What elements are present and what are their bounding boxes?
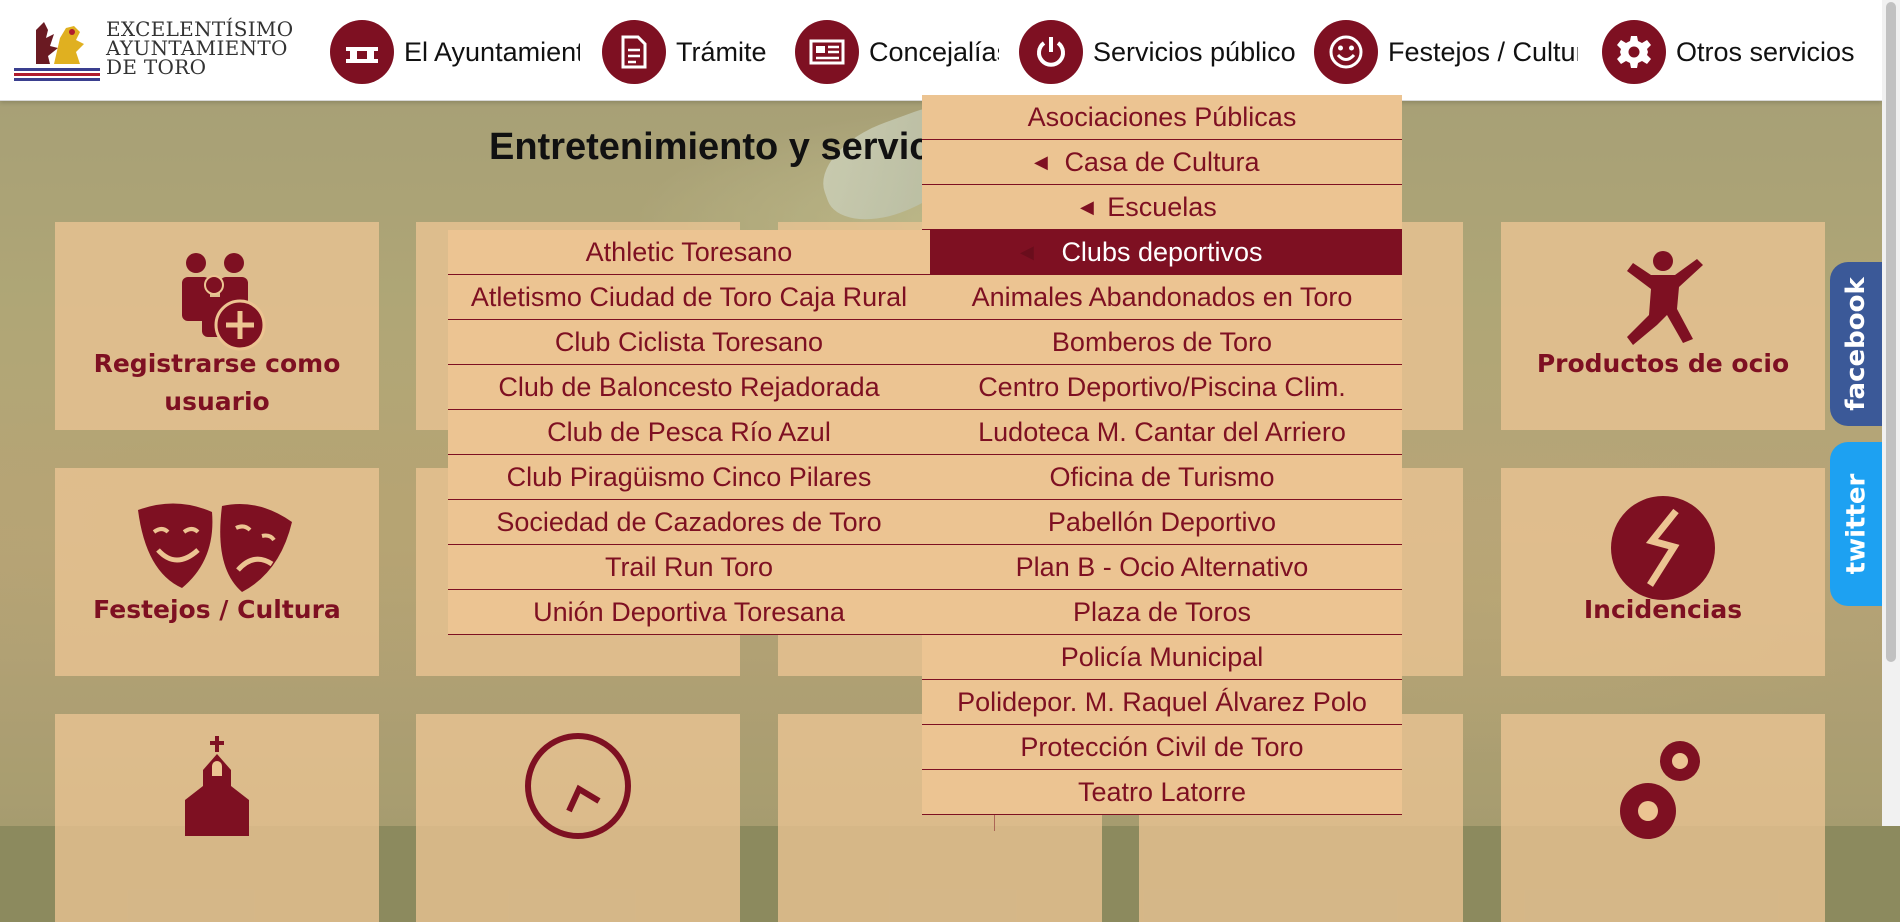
menu-item-label: Centro Deportivo/Piscina Clim. <box>978 371 1346 402</box>
nav-item-festejos-cultura[interactable]: Festejos / Cultura <box>1314 20 1580 84</box>
card-leisure-products[interactable]: Productos de ocio <box>1501 222 1825 430</box>
nav-item-servicios-publicos[interactable]: Servicios públicos <box>1019 20 1295 84</box>
newspaper-icon <box>795 20 859 84</box>
menu-item[interactable]: Plan B - Ocio Alternativo <box>922 545 1402 590</box>
submenu-item[interactable]: Trail Run Toro <box>448 545 930 590</box>
menu-item-label: Polidepor. M. Raquel Álvarez Polo <box>957 686 1367 717</box>
menu-item-label: Animales Abandonados en Toro <box>971 281 1353 312</box>
broken-circle-icon <box>1501 490 1825 605</box>
add-user-icon <box>55 244 379 359</box>
card-label: Productos de ocio <box>1536 349 1790 378</box>
menu-item-label: Pabellón Deportivo <box>1047 506 1277 537</box>
menu-item[interactable]: Protección Civil de Toro <box>922 725 1402 770</box>
card-label: Festejos / Cultura <box>93 595 341 624</box>
menu-item-label: Bomberos de Toro <box>1051 326 1273 357</box>
nav-label: Otros servicios <box>1676 36 1855 67</box>
submenu-item[interactable]: Atletismo Ciudad de Toro Caja Rural <box>448 275 930 320</box>
logo-line-3: DE TORO <box>106 55 207 79</box>
submenu-item[interactable]: Club Ciclista Toresano <box>448 320 930 365</box>
submenu-arrow-icon: ◀ <box>1080 196 1094 217</box>
site-header: EXCELENTÍSIMO AYUNTAMIENTO DE TORO El Ay… <box>0 0 1882 101</box>
twitter-tab[interactable]: twitter <box>1830 442 1882 606</box>
menu-item[interactable]: Teatro Latorre <box>922 770 1402 815</box>
document-icon <box>602 20 666 84</box>
card-incidencias[interactable]: Incidencias <box>1501 468 1825 676</box>
smiley-icon <box>1314 20 1378 84</box>
card-settings[interactable] <box>1501 714 1825 922</box>
menu-item[interactable]: Bomberos de Toro <box>922 320 1402 365</box>
menu-item-label: Plaza de Toros <box>1072 596 1252 627</box>
menu-item[interactable]: Animales Abandonados en Toro <box>922 275 1402 320</box>
nav-label: Festejos / Cultura <box>1388 36 1578 67</box>
menu-item[interactable]: ◀ Escuelas <box>922 185 1402 230</box>
menu-item-label: Clubs deportivos <box>1061 236 1263 267</box>
menu-item[interactable]: Pabellón Deportivo <box>922 500 1402 545</box>
power-icon <box>1019 20 1083 84</box>
site-logo[interactable]: EXCELENTÍSIMO AYUNTAMIENTO DE TORO <box>14 18 304 84</box>
card-label: Incidencias <box>1583 595 1743 624</box>
menu-item[interactable]: Asociaciones Públicas <box>922 95 1402 140</box>
nav-item-otros-servicios[interactable]: Otros servicios <box>1602 20 1868 84</box>
nav-label: Trámite <box>676 36 767 67</box>
menu-item[interactable]: Policía Municipal <box>922 635 1402 680</box>
menu-item-label: Policía Municipal <box>1060 641 1264 672</box>
submenu-item[interactable]: Club de Pesca Río Azul <box>448 410 930 455</box>
facebook-label: facebook <box>1841 277 1871 411</box>
nav-label: El Ayuntamiento <box>404 36 580 67</box>
card-register-user[interactable]: Registrarse como usuario <box>55 222 379 430</box>
menu-item-label: Asociaciones Públicas <box>1027 101 1297 132</box>
facebook-tab[interactable]: facebook <box>1830 262 1882 426</box>
nav-item-tramite[interactable]: Trámite <box>602 20 782 84</box>
menu-item[interactable]: ◀ Casa de Cultura <box>922 140 1402 185</box>
card-festejos-cultura[interactable]: Festejos / Cultura <box>55 468 379 676</box>
menu-item-label: Casa de Cultura <box>1064 146 1260 177</box>
menu-item[interactable]: Polidepor. M. Raquel Álvarez Polo <box>922 680 1402 725</box>
menu-item-label: Oficina de Turismo <box>1049 461 1275 492</box>
servicios-dropdown-menu: Asociaciones Públicas ◀ Casa de Cultura ◀ Es… <box>922 95 1402 815</box>
menu-item[interactable]: ◀ Clubs deportivos <box>922 230 1402 275</box>
menu-item-label: Escuelas <box>1107 191 1217 222</box>
menu-item-label: Teatro Latorre <box>1077 776 1247 807</box>
nav-label: Concejalías <box>869 36 999 67</box>
nav-label: Servicios públicos <box>1093 36 1295 67</box>
nav-item-concejalias[interactable]: Concejalías <box>795 20 1001 84</box>
submenu-item[interactable]: Unión Deportiva Toresana <box>448 590 930 635</box>
coat-of-arms-icon <box>14 22 100 81</box>
submenu-item[interactable]: Sociedad de Cazadores de Toro <box>448 500 930 545</box>
page-title: Entretenimiento y servicios <box>489 126 986 168</box>
townhall-icon <box>330 20 394 84</box>
page-scrollbar[interactable] <box>1882 0 1900 826</box>
submenu-arrow-icon: ◀ <box>1020 241 1034 262</box>
submenu-arrow-icon: ◀ <box>1034 151 1048 172</box>
scrollbar-thumb[interactable] <box>1886 2 1896 662</box>
twitter-label: twitter <box>1841 473 1871 575</box>
submenu-item[interactable]: Club Piragüismo Cinco Pilares <box>448 455 930 500</box>
menu-item[interactable]: Ludoteca M. Cantar del Arriero <box>922 410 1402 455</box>
card-church[interactable] <box>55 714 379 922</box>
menu-item-label: Plan B - Ocio Alternativo <box>1015 551 1309 582</box>
nav-item-ayuntamiento[interactable]: El Ayuntamiento <box>330 20 580 84</box>
menu-item-label: Protección Civil de Toro <box>1020 731 1304 762</box>
menu-item-label: Ludoteca M. Cantar del Arriero <box>978 416 1346 447</box>
clubs-submenu: Athletic Toresano Atletismo Ciudad de Tor… <box>448 230 930 635</box>
theater-masks-icon <box>55 490 379 605</box>
submenu-item[interactable]: Athletic Toresano <box>448 230 930 275</box>
jumping-person-icon <box>1501 244 1825 359</box>
menu-item[interactable]: Centro Deportivo/Piscina Clim. <box>922 365 1402 410</box>
card-label: Registrarse como usuario <box>93 349 341 416</box>
gear-icon <box>1602 20 1666 84</box>
submenu-item[interactable]: Club de Baloncesto Rejadorada <box>448 365 930 410</box>
menu-item[interactable]: Oficina de Turismo <box>922 455 1402 500</box>
card-clock[interactable] <box>416 714 740 922</box>
logo-text: EXCELENTÍSIMO AYUNTAMIENTO DE TORO <box>106 19 293 79</box>
menu-item[interactable]: Plaza de Toros <box>922 590 1402 635</box>
